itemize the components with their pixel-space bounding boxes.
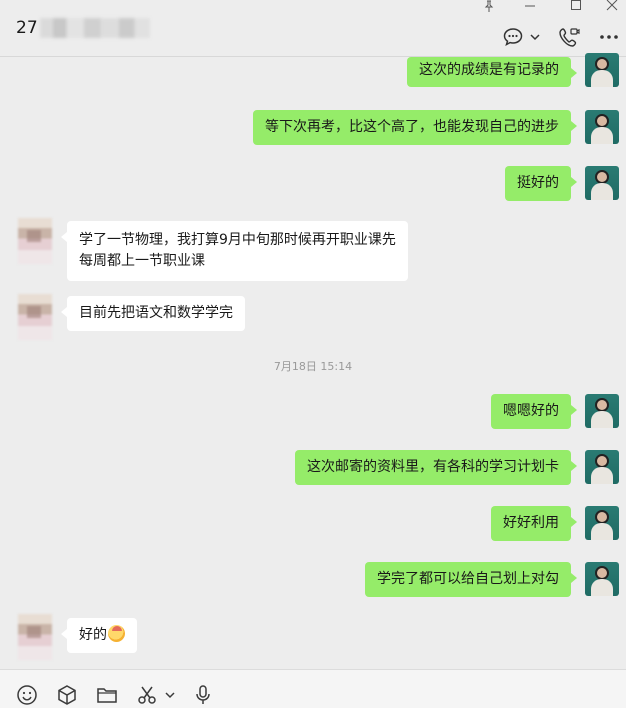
microphone-icon[interactable] [192, 684, 214, 706]
pin-icon[interactable] [484, 0, 494, 14]
sticker-box-icon[interactable] [56, 684, 78, 706]
chat-header: 27 [0, 0, 626, 57]
more-icon[interactable] [598, 26, 620, 48]
message-bubble-out[interactable]: 这次的成绩是有记录的 [407, 57, 577, 87]
close-icon[interactable] [606, 0, 618, 14]
message-bubble-out[interactable]: 嗯嗯好的 [491, 394, 577, 429]
smiling-face-emoji-icon [108, 625, 125, 642]
scissors-icon[interactable] [136, 684, 158, 706]
input-toolbar [0, 669, 626, 708]
message-bubble-out[interactable]: 学完了都可以给自己划上对勾 [365, 562, 577, 597]
my-avatar[interactable] [585, 166, 619, 200]
my-avatar[interactable] [585, 506, 619, 540]
message-bubble-out[interactable]: 好好利用 [491, 506, 577, 541]
message-bubble-in[interactable]: 学了一节物理，我打算9月中旬那时候再开职业课先 每周都上一节职业课 [61, 221, 408, 281]
contact-avatar[interactable] [18, 218, 52, 264]
my-avatar[interactable] [585, 562, 619, 596]
my-avatar[interactable] [585, 110, 619, 144]
message-text: 好的 [79, 627, 107, 643]
chat-title[interactable]: 27 [16, 18, 38, 38]
folder-icon[interactable] [96, 684, 118, 706]
maximize-icon[interactable] [570, 0, 582, 14]
contact-avatar[interactable] [18, 614, 52, 660]
message-bubble-out[interactable]: 等下次再考，比这个高了，也能发现自己的进步 [253, 110, 577, 145]
chevron-down-icon[interactable] [164, 684, 176, 706]
chevron-down-icon[interactable] [528, 26, 542, 48]
message-line: 学了一节物理，我打算9月中旬那时候再开职业课先 [79, 232, 396, 248]
video-call-icon[interactable] [558, 26, 580, 48]
message-bubble-out[interactable]: 挺好的 [505, 166, 577, 201]
message-line: 每周都上一节职业课 [79, 253, 205, 269]
message-bubble-in[interactable]: 目前先把语文和数学学完 [61, 296, 245, 331]
minimize-icon[interactable] [524, 0, 536, 14]
my-avatar[interactable] [585, 394, 619, 428]
timestamp: 7月18日 15:14 [273, 360, 353, 373]
blurred-name [39, 18, 150, 38]
my-avatar[interactable] [585, 450, 619, 484]
contact-avatar[interactable] [18, 294, 52, 340]
message-bubble-in[interactable]: 好的 [61, 618, 137, 653]
emoji-icon[interactable] [16, 684, 38, 706]
chat-menu-icon[interactable] [502, 26, 524, 48]
my-avatar[interactable] [585, 53, 619, 87]
chat-title-wrap: 27 [16, 18, 150, 38]
message-bubble-out[interactable]: 这次邮寄的资料里，有各科的学习计划卡 [295, 450, 577, 485]
